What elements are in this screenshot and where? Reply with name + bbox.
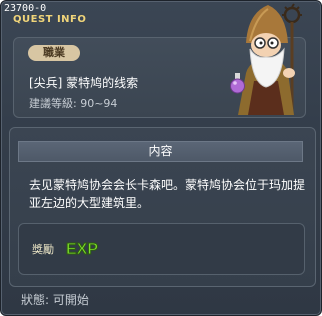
quest-info-window: 23700-0 QUEST INFO 職業 [尖兵] 蒙特鸠的线索 建議等級: … [0,0,322,316]
content-header: 内容 [18,141,303,162]
quest-description: 去见蒙特鸠协会会长卡森吧。蒙特鸠协会位于玛加提亚左边的大型建筑里。 [29,178,306,210]
recommended-level: 建議等級: 90~94 [29,97,118,110]
exp-label: EXP [66,241,98,258]
wizard-npc-portrait-icon [230,3,302,115]
quest-status: 狀態: 可開始 [21,293,89,307]
window-title[interactable]: QUEST INFO [13,14,86,25]
reward-panel [18,223,305,275]
exp-icon: EXP [66,241,99,259]
job-tag: 職業 [28,45,80,61]
quest-id: 23700-0 [4,3,47,14]
quest-name: [尖兵] 蒙特鸠的线索 [29,76,139,90]
reward-label: 獎勵 [32,243,54,256]
